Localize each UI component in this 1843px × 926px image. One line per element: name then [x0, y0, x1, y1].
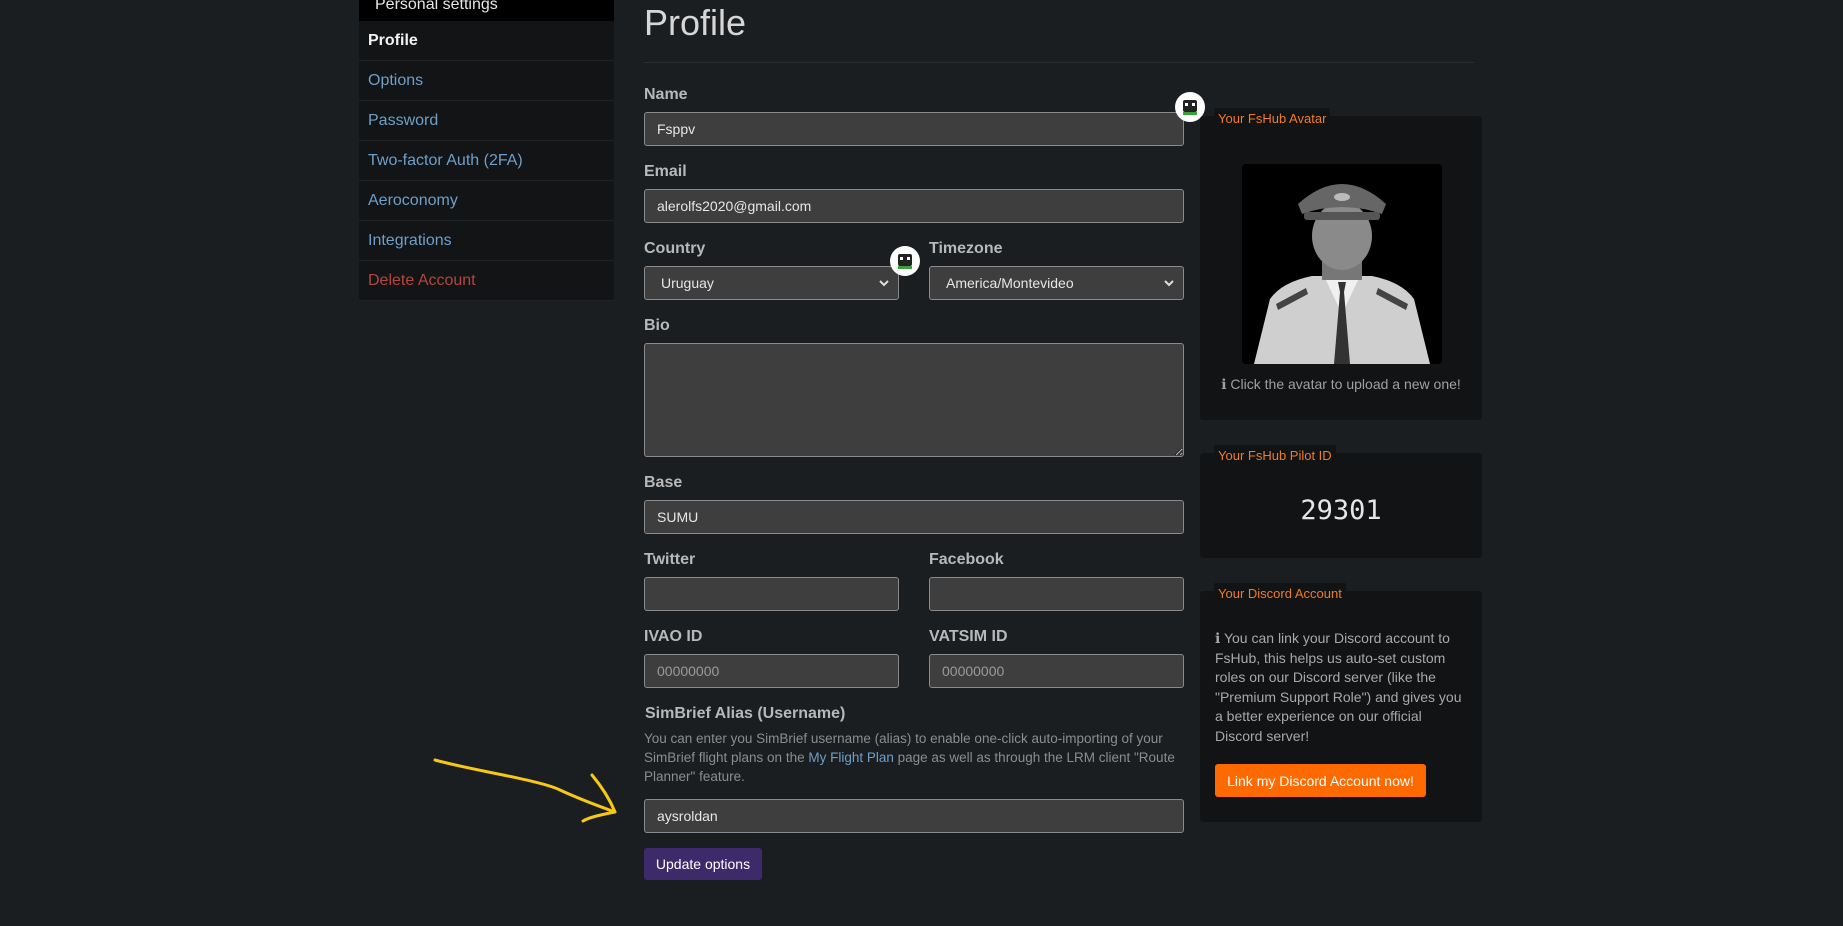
discord-description: ℹ You can link your Discord account to F…: [1215, 629, 1473, 746]
avatar-panel-title: Your FsHub Avatar: [1214, 108, 1331, 129]
twitter-input[interactable]: [644, 577, 899, 611]
bio-textarea[interactable]: [644, 343, 1184, 457]
chevron-down-icon: [879, 280, 889, 287]
facebook-label: Facebook: [929, 551, 1004, 568]
sidebar-item-integrations[interactable]: Integrations: [359, 221, 614, 261]
my-flight-plan-link[interactable]: My Flight Plan: [808, 750, 894, 765]
vatsim-input[interactable]: [929, 654, 1184, 688]
country-value: Uruguay: [661, 275, 714, 291]
sidebar-header: Personal settings: [359, 0, 614, 21]
ivao-input[interactable]: [644, 654, 899, 688]
pilot-id-value: 29301: [1300, 495, 1382, 526]
sidebar-item-2fa[interactable]: Two-factor Auth (2FA): [359, 141, 614, 181]
twitter-label: Twitter: [644, 551, 696, 568]
email-input[interactable]: [644, 189, 1184, 223]
country-label: Country: [644, 240, 706, 257]
discord-text: You can link your Discord account to FsH…: [1215, 630, 1462, 744]
vatsim-label: VATSIM ID: [929, 628, 1008, 645]
simbrief-alias-input[interactable]: [644, 799, 1184, 833]
sidebar-item-delete-account[interactable]: Delete Account: [359, 261, 614, 301]
settings-sidebar: Personal settings Profile Options Passwo…: [359, 0, 614, 301]
title-divider: [644, 62, 1474, 63]
bio-label: Bio: [644, 317, 670, 334]
avatar-note-text: Click the avatar to upload a new one!: [1230, 376, 1461, 392]
simbrief-help-text: You can enter you SimBrief username (ali…: [644, 729, 1184, 786]
base-input[interactable]: [644, 500, 1184, 534]
avatar[interactable]: [1242, 164, 1442, 364]
facebook-input[interactable]: [929, 577, 1184, 611]
email-label: Email: [644, 163, 687, 180]
sidebar-item-aeroconomy[interactable]: Aeroconomy: [359, 181, 614, 221]
robot-icon[interactable]: [890, 246, 920, 276]
name-input[interactable]: [644, 112, 1184, 146]
sidebar-item-password[interactable]: Password: [359, 101, 614, 141]
ivao-label: IVAO ID: [644, 628, 703, 645]
update-options-button[interactable]: Update options: [644, 848, 762, 880]
page-title: Profile: [644, 2, 747, 43]
info-icon: ℹ: [1215, 630, 1224, 646]
link-discord-button[interactable]: Link my Discord Account now!: [1215, 764, 1426, 797]
base-label: Base: [644, 474, 683, 491]
discord-panel-title: Your Discord Account: [1214, 583, 1346, 604]
simbrief-label: SimBrief Alias (Username): [645, 705, 846, 722]
timezone-label: Timezone: [929, 240, 1003, 257]
chevron-down-icon: [1164, 280, 1174, 287]
pilot-id-panel-title: Your FsHub Pilot ID: [1214, 445, 1336, 466]
avatar-upload-note: ℹ Click the avatar to upload a new one!: [1200, 376, 1482, 393]
name-label: Name: [644, 86, 688, 103]
annotation-arrow: [433, 758, 617, 823]
timezone-select[interactable]: America/Montevideo: [929, 266, 1184, 300]
country-select[interactable]: Uruguay: [644, 266, 899, 300]
sidebar-item-options[interactable]: Options: [359, 61, 614, 101]
discord-panel: Your Discord Account ℹ You can link your…: [1200, 583, 1482, 822]
pilot-id-panel: Your FsHub Pilot ID 29301: [1200, 445, 1482, 558]
timezone-value: America/Montevideo: [946, 275, 1074, 291]
avatar-panel: Your FsHub Avatar ℹ Click the avatar to …: [1200, 108, 1482, 420]
sidebar-item-profile[interactable]: Profile: [359, 21, 614, 61]
